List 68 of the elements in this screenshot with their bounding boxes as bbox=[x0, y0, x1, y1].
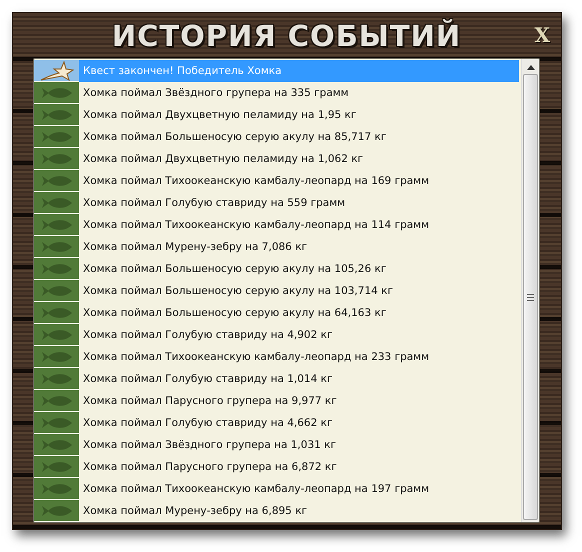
fish-icon bbox=[40, 218, 74, 230]
fish-icon bbox=[40, 196, 74, 208]
fish-icon bbox=[40, 284, 74, 296]
event-row[interactable]: Хомка поймал Голубую ставриду на 4,662 кг bbox=[34, 412, 519, 434]
event-text: Хомка поймал Парусного групера на 6,872 кг bbox=[83, 461, 337, 473]
fish-icon bbox=[40, 416, 74, 428]
event-row[interactable]: Хомка поймал Большеносую серую акулу на 105,26 кг bbox=[34, 258, 519, 280]
event-row[interactable]: Хомка поймал Парусного групера на 6,872 кг bbox=[34, 456, 519, 478]
event-text: Хомка поймал Звёздного групера на 1,031 кг bbox=[83, 439, 336, 451]
scroll-thumb[interactable] bbox=[523, 74, 538, 520]
event-text: Хомка поймал Голубую ставриду на 559 грамм bbox=[83, 197, 346, 209]
event-text: Хомка поймал Двухцветную пеламиду на 1,062 кг bbox=[83, 153, 364, 165]
fish-icon bbox=[40, 130, 74, 142]
event-row[interactable]: Хомка поймал Мурену-зебру на 7,086 кг bbox=[34, 236, 519, 258]
event-row[interactable]: Хомка поймал Двухцветную пеламиду на 1,062 кг bbox=[34, 148, 519, 170]
event-text: Хомка поймал Парусного групера на 9,977 кг bbox=[83, 395, 337, 407]
fish-icon bbox=[40, 394, 74, 406]
event-row[interactable]: Хомка поймал Тихоокеанскую камбалу-леопард на 197 грамм bbox=[34, 478, 519, 500]
event-text: Хомка поймал Тихоокеанскую камбалу-леопард на 114 грамм bbox=[83, 219, 430, 231]
event-text: Хомка поймал Тихоокеанскую камбалу-леопард на 197 грамм bbox=[83, 483, 430, 495]
event-row[interactable]: Хомка поймал Голубую ставриду на 1,014 кг bbox=[34, 368, 519, 390]
event-text: Хомка поймал Большеносую серую акулу на 64,163 кг bbox=[83, 307, 386, 319]
event-text: Хомка поймал Голубую ставриду на 4,902 кг bbox=[83, 329, 332, 341]
fish-icon bbox=[40, 240, 74, 252]
event-text: Хомка поймал Тихоокеанскую камбалу-леопард на 169 грамм bbox=[83, 175, 430, 187]
window-title: ИСТОРИЯ СОБЫТИЙ bbox=[112, 18, 462, 52]
star-icon bbox=[38, 60, 74, 80]
fish-icon bbox=[40, 174, 74, 186]
event-text: Хомка поймал Голубую ставриду на 4,662 кг bbox=[83, 417, 332, 429]
event-row[interactable]: Хомка поймал Тихоокеанскую камбалу-леопард на 169 грамм bbox=[34, 170, 519, 192]
event-text: Хомка поймал Звёздного групера на 335 грамм bbox=[83, 87, 349, 99]
fish-icon bbox=[40, 350, 74, 362]
event-text: Хомка поймал Большеносую серую акулу на 105,26 кг bbox=[83, 263, 386, 275]
event-row[interactable]: Хомка поймал Тихоокеанскую камбалу-леопард на 114 грамм bbox=[34, 214, 519, 236]
fish-icon bbox=[40, 306, 74, 318]
fish-icon bbox=[40, 372, 74, 384]
grip-icon bbox=[527, 294, 534, 300]
close-button[interactable]: X bbox=[532, 23, 552, 47]
fish-icon bbox=[40, 482, 74, 494]
event-text: Квест закончен! Победитель Хомка bbox=[83, 65, 282, 77]
event-row[interactable]: Хомка поймал Мурену-зебру на 6,895 кг bbox=[34, 500, 519, 522]
fish-icon bbox=[40, 460, 74, 472]
fish-icon bbox=[40, 262, 74, 274]
event-text: Хомка поймал Мурену-зебру на 7,086 кг bbox=[83, 241, 308, 253]
event-row[interactable]: Хомка поймал Звёздного групера на 335 грамм bbox=[34, 82, 519, 104]
fish-icon bbox=[40, 152, 74, 164]
scroll-up-icon[interactable] bbox=[526, 65, 534, 70]
fish-icon bbox=[40, 108, 74, 120]
scrollbar[interactable] bbox=[521, 59, 539, 522]
event-row[interactable]: Хомка поймал Большеносую серую акулу на 85,717 кг bbox=[34, 126, 519, 148]
event-text: Хомка поймал Мурену-зебру на 6,895 кг bbox=[83, 505, 308, 517]
event-row[interactable]: Хомка поймал Голубую ставриду на 559 грамм bbox=[34, 192, 519, 214]
event-text: Хомка поймал Двухцветную пеламиду на 1,95 кг bbox=[83, 109, 356, 121]
event-row[interactable]: Хомка поймал Голубую ставриду на 4,902 кг bbox=[34, 324, 519, 346]
fish-icon bbox=[40, 438, 74, 450]
event-row[interactable]: Хомка поймал Большеносую серую акулу на 103,714 кг bbox=[34, 280, 519, 302]
fish-icon bbox=[40, 86, 74, 98]
event-row[interactable]: Хомка поймал Парусного групера на 9,977 кг bbox=[34, 390, 519, 412]
event-text: Хомка поймал Большеносую серую акулу на 85,717 кг bbox=[83, 131, 386, 143]
event-row[interactable]: Хомка поймал Двухцветную пеламиду на 1,95 кг bbox=[34, 104, 519, 126]
fish-icon bbox=[40, 328, 74, 340]
event-text: Хомка поймал Тихоокеанскую камбалу-леопард на 233 грамм bbox=[83, 351, 430, 363]
event-row[interactable]: Хомка поймал Большеносую серую акулу на 64,163 кг bbox=[34, 302, 519, 324]
event-row[interactable]: Хомка поймал Тихоокеанскую камбалу-леопард на 233 грамм bbox=[34, 346, 519, 368]
event-text: Хомка поймал Голубую ставриду на 1,014 кг bbox=[83, 373, 332, 385]
fish-icon bbox=[40, 504, 74, 516]
event-text: Хомка поймал Большеносую серую акулу на 103,714 кг bbox=[83, 285, 394, 297]
event-row[interactable]: Хомка поймал Звёздного групера на 1,031 кг bbox=[34, 434, 519, 456]
